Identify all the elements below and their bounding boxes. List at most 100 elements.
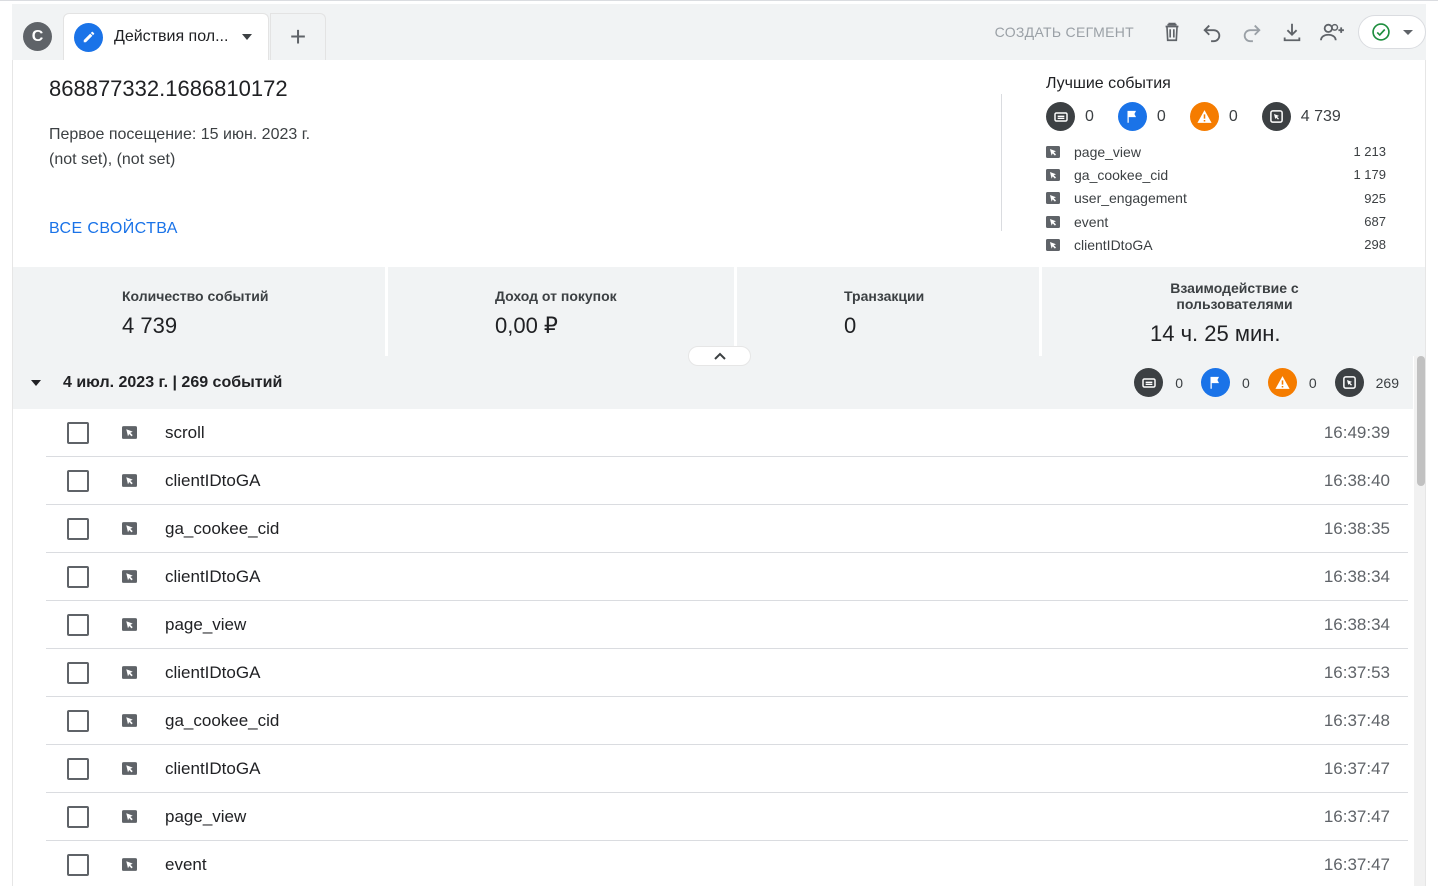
event-icon xyxy=(122,810,137,823)
download-icon[interactable] xyxy=(1272,14,1312,50)
row-checkbox[interactable] xyxy=(67,421,89,444)
row-checkbox[interactable] xyxy=(67,661,89,684)
row-checkbox[interactable] xyxy=(67,853,89,876)
chevron-up-icon xyxy=(713,352,726,360)
list-item[interactable]: clientIDtoGA 298 xyxy=(1046,233,1386,256)
flags-count: 0 xyxy=(1242,374,1250,391)
metric-value: 0 xyxy=(844,313,857,338)
event-icon xyxy=(1046,215,1060,228)
all-properties-link[interactable]: ВСЕ СВОЙСТВА xyxy=(49,220,178,238)
event-count: 298 xyxy=(1364,237,1386,253)
tab-label: Действия пол... xyxy=(114,28,229,45)
table-row[interactable]: scroll 16:49:39 xyxy=(46,409,1408,457)
flags-count: 0 xyxy=(1156,107,1166,125)
event-icon xyxy=(122,666,137,679)
event-time: 16:38:35 xyxy=(1323,518,1390,538)
table-row[interactable]: page_view 16:38:34 xyxy=(46,601,1408,649)
collapse-button[interactable] xyxy=(688,346,751,366)
event-time: 16:38:40 xyxy=(1323,470,1390,490)
event-name: user_engagement xyxy=(1074,190,1187,207)
metric-label: Транзакции xyxy=(844,288,925,304)
status-dropdown[interactable] xyxy=(1358,15,1426,49)
event-icon xyxy=(122,762,137,775)
conversion-icon xyxy=(1046,102,1075,131)
event-time: 16:37:47 xyxy=(1323,806,1390,826)
event-icon xyxy=(122,618,137,631)
event-icon xyxy=(122,714,137,727)
metric-label: Количество событий xyxy=(122,288,269,304)
row-checkbox[interactable] xyxy=(67,805,89,828)
event-icon xyxy=(122,426,137,439)
user-explorer-card: 868877332.1686810172 Первое посещение: 1… xyxy=(12,60,1426,886)
chevron-down-icon[interactable] xyxy=(242,34,252,40)
metric-engagement: Взаимодействие с пользователями 14 ч. 25… xyxy=(1042,267,1425,356)
event-name: clientIDtoGA xyxy=(165,566,261,586)
event-name: clientIDtoGA xyxy=(1074,236,1153,253)
delete-icon[interactable] xyxy=(1152,14,1192,50)
table-row[interactable]: page_view 16:37:47 xyxy=(46,793,1408,841)
event-time: 16:38:34 xyxy=(1323,614,1390,634)
event-name: clientIDtoGA xyxy=(165,662,261,682)
table-row[interactable]: ga_cookee_cid 16:37:48 xyxy=(46,697,1408,745)
event-icon xyxy=(1334,368,1364,397)
create-segment-button[interactable]: СОЗДАТЬ СЕГМЕНТ xyxy=(995,24,1134,40)
scrollbar-thumb[interactable] xyxy=(1417,356,1425,486)
table-row[interactable]: clientIDtoGA 16:38:40 xyxy=(46,457,1408,505)
row-checkbox[interactable] xyxy=(67,709,89,732)
best-events-title: Лучшие события xyxy=(1046,75,1171,92)
tab-user-activity[interactable]: Действия пол... xyxy=(63,13,269,60)
table-row[interactable]: ga_cookee_cid 16:38:35 xyxy=(46,505,1408,553)
event-name: event xyxy=(165,854,207,874)
table-row[interactable]: event 16:37:47 xyxy=(46,841,1408,886)
event-icon xyxy=(1046,145,1060,158)
conversions-count: 0 xyxy=(1085,107,1094,125)
event-icon xyxy=(1046,192,1060,205)
event-icon xyxy=(122,570,137,583)
event-name: event xyxy=(1074,213,1109,230)
row-checkbox[interactable] xyxy=(67,757,89,780)
table-row[interactable]: clientIDtoGA 16:37:47 xyxy=(46,745,1408,793)
metric-label: Взаимодействие с пользователями xyxy=(1170,280,1299,312)
event-time: 16:38:34 xyxy=(1323,566,1390,586)
event-time: 16:49:39 xyxy=(1323,422,1390,442)
conversion-icon xyxy=(1134,368,1164,397)
event-time: 16:37:47 xyxy=(1323,854,1390,874)
event-count: 1 179 xyxy=(1353,167,1386,183)
row-checkbox[interactable] xyxy=(67,469,89,492)
chevron-down-icon xyxy=(1403,29,1413,35)
warning-icon xyxy=(1267,368,1297,397)
metric-label: Доход от покупок xyxy=(495,288,617,304)
row-checkbox[interactable] xyxy=(67,517,89,540)
add-tab-button[interactable]: + xyxy=(270,13,326,60)
undo-icon[interactable] xyxy=(1192,14,1232,50)
scrollbar[interactable] xyxy=(1414,356,1425,886)
list-item[interactable]: page_view 1 213 xyxy=(1046,140,1386,163)
warning-icon xyxy=(1189,102,1219,131)
table-row[interactable]: clientIDtoGA 16:38:34 xyxy=(46,553,1408,601)
row-checkbox[interactable] xyxy=(67,613,89,636)
list-item[interactable]: user_engagement 925 xyxy=(1046,187,1386,210)
event-icon xyxy=(1046,238,1060,251)
chevron-down-icon[interactable] xyxy=(31,379,41,386)
event-icon xyxy=(122,522,137,535)
metrics-bar: Количество событий 4 739 Доход от покупо… xyxy=(13,267,1425,356)
event-name: clientIDtoGA xyxy=(165,758,261,778)
row-checkbox[interactable] xyxy=(67,565,89,588)
flag-icon xyxy=(1201,368,1231,397)
event-time: 16:37:48 xyxy=(1323,710,1390,730)
event-icon xyxy=(122,858,137,871)
metric-value: 0,00 ₽ xyxy=(495,313,558,338)
redo-icon[interactable] xyxy=(1232,14,1272,50)
segment-avatar[interactable]: C xyxy=(23,22,52,51)
metric-revenue: Доход от покупок 0,00 ₽ xyxy=(388,267,734,356)
list-item[interactable]: ga_cookee_cid 1 179 xyxy=(1046,163,1386,186)
event-name: clientIDtoGA xyxy=(165,470,261,490)
event-time: 16:37:47 xyxy=(1323,758,1390,778)
share-user-icon[interactable] xyxy=(1312,14,1352,50)
status-check-icon xyxy=(1372,23,1390,41)
list-item[interactable]: event 687 xyxy=(1046,210,1386,233)
errors-count: 0 xyxy=(1228,107,1238,125)
table-row[interactable]: clientIDtoGA 16:37:53 xyxy=(46,649,1408,697)
events-count: 4 739 xyxy=(1300,107,1341,125)
event-name: ga_cookee_cid xyxy=(1074,166,1169,183)
